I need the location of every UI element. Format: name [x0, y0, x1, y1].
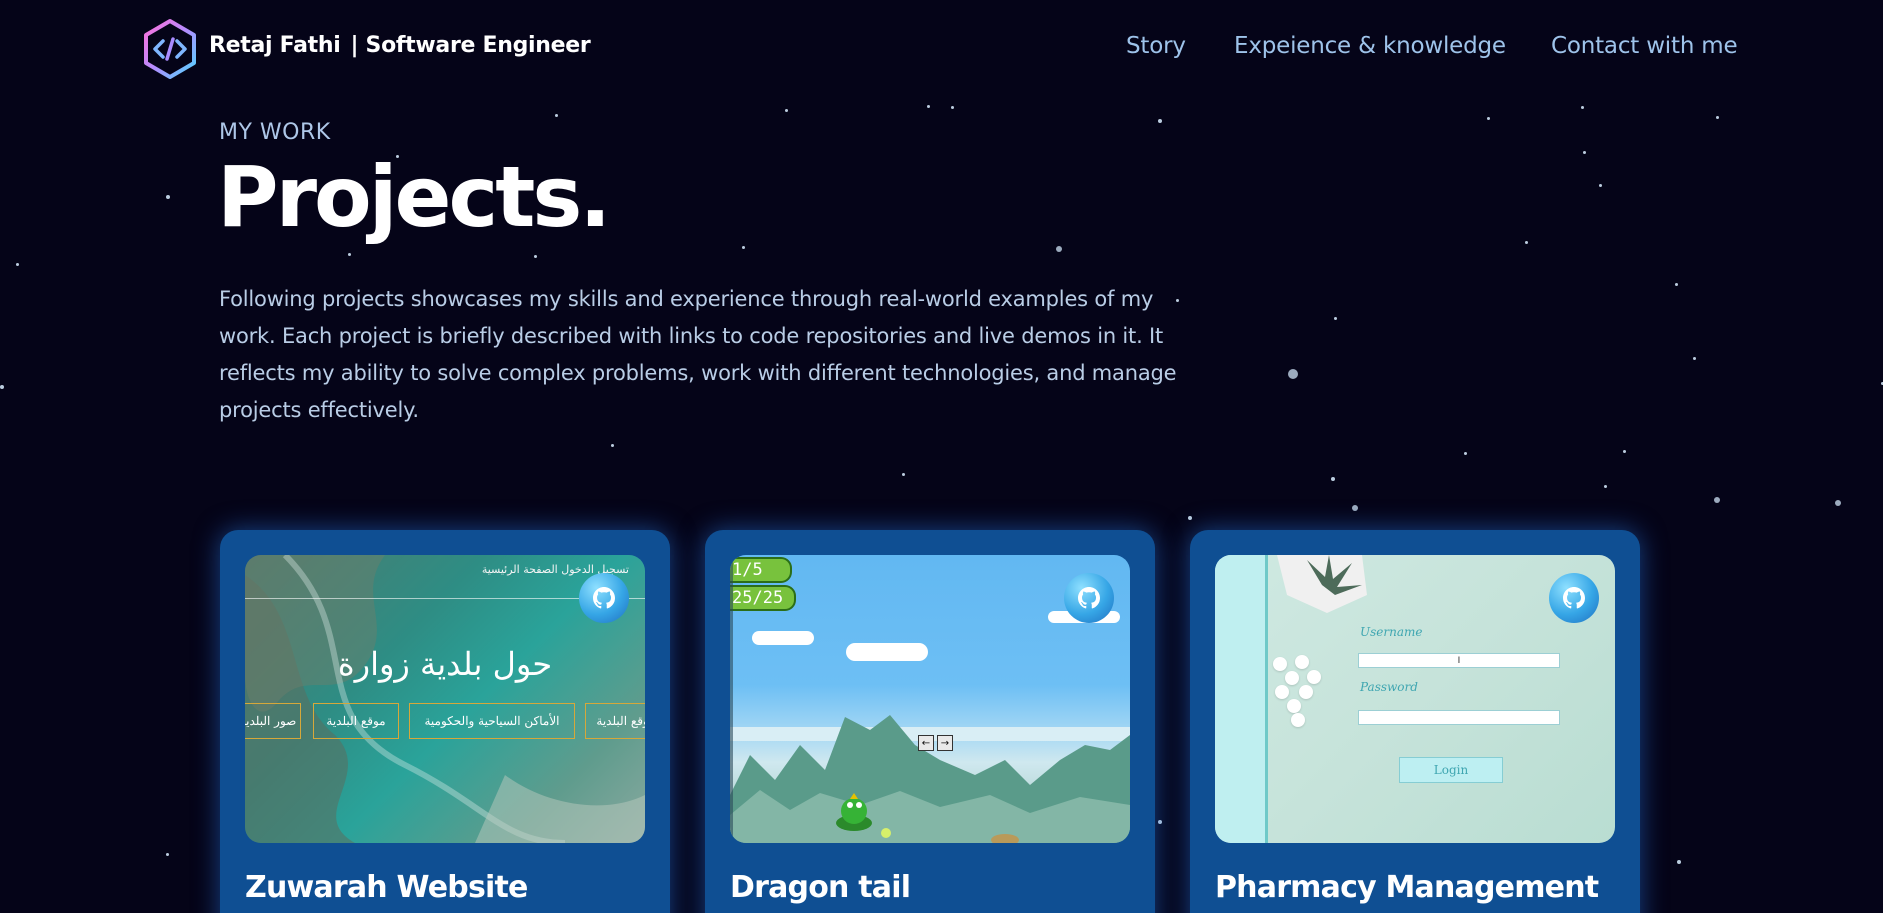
project-preview-image: تسجيل الدخول الصفحة الرئيسية حول بلدية ز…: [245, 555, 645, 843]
pill: [1275, 685, 1289, 699]
preview-button: موقع البلدية: [313, 703, 399, 739]
brand[interactable]: Retaj Fathi | Software Engineer: [209, 33, 591, 58]
project-title: Zuwarah Website: [245, 870, 528, 905]
star: [610, 443, 614, 447]
star: [784, 108, 788, 112]
star: [1463, 451, 1467, 455]
preview-button: موقع البلدية: [585, 703, 645, 739]
preview-button: الأماكن السياحية والحكومية: [409, 703, 575, 739]
star: [1056, 246, 1062, 252]
star: [1622, 449, 1626, 453]
preview-password-field: [1358, 710, 1560, 725]
star: [1715, 115, 1719, 119]
star: [1352, 505, 1358, 511]
brand-name: Retaj Fathi: [209, 33, 341, 58]
star: [1158, 820, 1162, 824]
brand-role: Software Engineer: [365, 33, 591, 58]
star: [347, 252, 351, 256]
star: [1158, 119, 1162, 123]
project-title: Dragon tail: [730, 870, 911, 905]
star: [166, 195, 170, 199]
project-title: Pharmacy Management: [1215, 870, 1599, 905]
star: [1582, 150, 1586, 154]
pill: [1299, 685, 1313, 699]
section-eyebrow: MY WORK: [219, 120, 331, 145]
project-preview-image: 1/5 25/25 ← →: [730, 555, 1130, 843]
star: [1603, 484, 1607, 488]
pill: [1291, 713, 1305, 727]
pill: [1295, 655, 1309, 669]
star: [1677, 860, 1681, 864]
pill: [1273, 657, 1287, 671]
preview-password-label: Password: [1360, 680, 1418, 694]
github-link-button[interactable]: [1549, 573, 1599, 623]
brand-separator: |: [350, 33, 359, 58]
section-description: Following projects showcases my skills a…: [219, 287, 1177, 422]
star: [1714, 497, 1720, 503]
github-icon: [1563, 587, 1585, 609]
star: [950, 105, 954, 109]
github-link-button[interactable]: [1064, 573, 1114, 623]
star: [165, 852, 169, 856]
preview-button: صور البلدية: [245, 703, 301, 739]
preview-username-label: Username: [1360, 625, 1423, 639]
preview-heading: حول بلدية زوارة: [337, 645, 553, 683]
arrow-right-icon: →: [937, 735, 953, 751]
star: [901, 472, 905, 476]
navbar: Retaj Fathi | Software Engineer Story Exp…: [0, 0, 1883, 97]
page: Retaj Fathi | Software Engineer Story Exp…: [0, 0, 1883, 913]
star: [926, 104, 930, 108]
star: [1692, 356, 1696, 360]
arrow-left-icon: ←: [918, 735, 934, 751]
github-icon: [593, 587, 615, 609]
page-title: Projects.: [217, 148, 611, 246]
star: [1288, 369, 1298, 379]
preview-login-button: Login: [1399, 757, 1503, 783]
pill: [1307, 670, 1321, 684]
github-icon: [1078, 587, 1100, 609]
preview-username-field: I: [1358, 653, 1560, 668]
nav-link-story[interactable]: Story: [1126, 33, 1186, 59]
star: [0, 385, 4, 389]
nav-link-contact[interactable]: Contact with me: [1551, 33, 1738, 59]
logo-icon[interactable]: [142, 18, 198, 80]
star: [1835, 500, 1841, 506]
project-card-zuwarah[interactable]: تسجيل الدخول الصفحة الرئيسية حول بلدية ز…: [220, 530, 670, 913]
preview-side-strip: [1215, 555, 1268, 843]
star: [554, 113, 558, 117]
nav-link-experience[interactable]: Expeience & knowledge: [1234, 33, 1506, 59]
star: [1580, 105, 1584, 109]
star: [1333, 316, 1337, 320]
star: [1188, 516, 1192, 520]
github-link-button[interactable]: [579, 573, 629, 623]
star: [1524, 240, 1528, 244]
star: [1674, 282, 1678, 286]
star: [533, 254, 537, 258]
star: [15, 262, 19, 266]
project-preview-image: Username I Password Login: [1215, 555, 1615, 843]
pill: [1285, 671, 1299, 685]
star: [1331, 477, 1335, 481]
project-card-pharmacy[interactable]: Username I Password Login Pharmacy Manag…: [1190, 530, 1640, 913]
star: [1486, 116, 1490, 120]
star: [1598, 183, 1602, 187]
pill: [1287, 699, 1301, 713]
project-card-dragon-tail[interactable]: 1/5 25/25 ← → Dragon tail: [705, 530, 1155, 913]
star: [741, 245, 745, 249]
plant-decoration: [1277, 555, 1367, 613]
preview-arrow-controls: ← →: [918, 735, 953, 751]
